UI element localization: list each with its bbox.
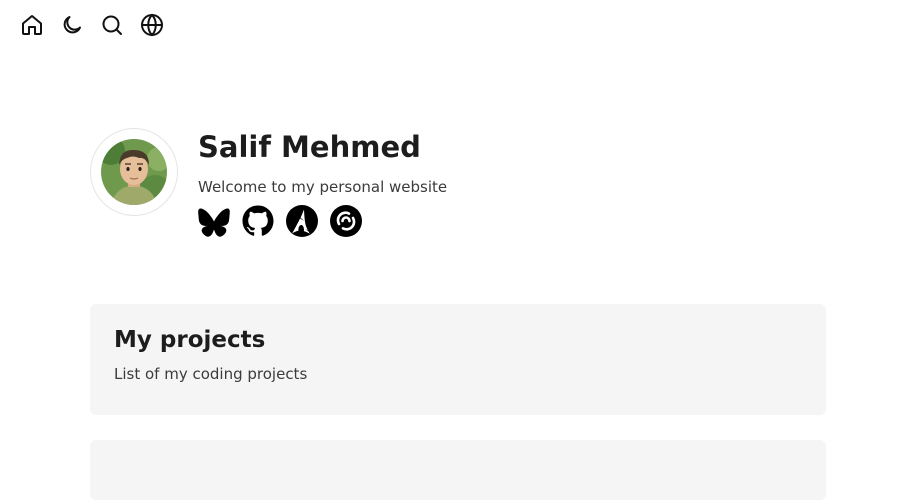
- github-icon[interactable]: [242, 205, 274, 237]
- home-icon[interactable]: [20, 13, 44, 37]
- keybase-icon[interactable]: [330, 205, 362, 237]
- bluesky-icon[interactable]: [198, 205, 230, 237]
- avatar: [90, 128, 178, 216]
- arch-icon[interactable]: [286, 205, 318, 237]
- projects-card[interactable]: My projects List of my coding projects: [90, 304, 826, 415]
- social-links: [198, 205, 447, 237]
- projects-title: My projects: [114, 327, 266, 353]
- profile-header: Salif Mehmed Welcome to my personal webs…: [90, 128, 447, 237]
- projects-description: List of my coding projects: [114, 365, 308, 383]
- search-icon[interactable]: [100, 13, 124, 37]
- top-navigation: [20, 13, 164, 37]
- globe-icon[interactable]: [140, 13, 164, 37]
- moon-icon[interactable]: [60, 13, 84, 37]
- profile-tagline: Welcome to my personal website: [198, 178, 448, 196]
- profile-name: Salif Mehmed: [198, 130, 421, 164]
- avatar-illustration: [101, 139, 167, 205]
- next-section-card[interactable]: [90, 440, 826, 500]
